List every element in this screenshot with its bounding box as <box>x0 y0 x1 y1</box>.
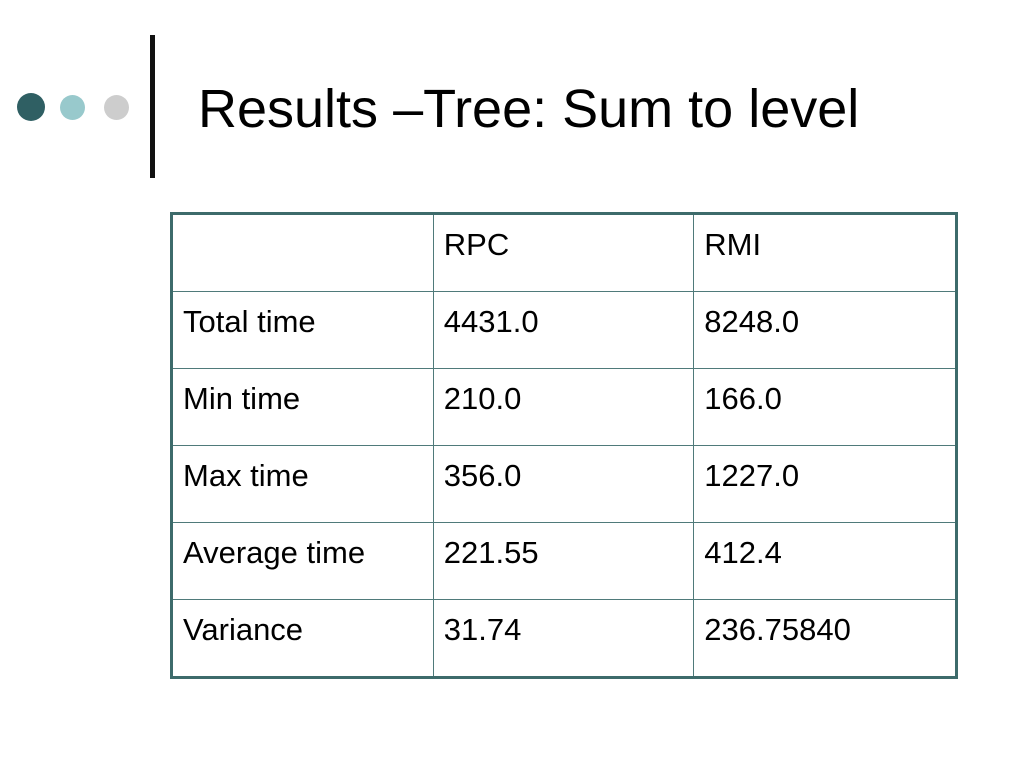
rmi-value: 8248.0 <box>693 291 957 369</box>
rpc-value: 221.55 <box>432 522 695 600</box>
table-header-row: RPC RMI <box>171 213 957 292</box>
results-table: RPC RMI Total time 4431.0 8248.0 Min tim… <box>170 212 958 679</box>
rmi-value: 1227.0 <box>693 445 957 523</box>
rpc-value: 210.0 <box>432 368 695 446</box>
light-teal-dot <box>60 95 85 120</box>
dark-teal-dot <box>17 93 45 121</box>
rmi-value: 412.4 <box>693 522 957 600</box>
rpc-value: 4431.0 <box>432 291 695 369</box>
row-label: Variance <box>171 599 434 678</box>
title-divider <box>150 35 155 178</box>
rpc-value: 31.74 <box>432 599 695 678</box>
table-row: Max time 356.0 1227.0 <box>171 445 957 523</box>
header-cell-rmi: RMI <box>693 213 957 292</box>
row-label: Average time <box>171 522 434 600</box>
header-cell-rpc: RPC <box>432 213 695 292</box>
slide-title: Results –Tree: Sum to level <box>198 79 860 139</box>
rmi-value: 236.75840 <box>693 599 957 678</box>
table-row: Min time 210.0 166.0 <box>171 368 957 446</box>
table-row: Average time 221.55 412.4 <box>171 522 957 600</box>
row-label: Min time <box>171 368 434 446</box>
rpc-value: 356.0 <box>432 445 695 523</box>
row-label: Max time <box>171 445 434 523</box>
table-row: Total time 4431.0 8248.0 <box>171 291 957 369</box>
header-cell-corner <box>171 213 434 292</box>
row-label: Total time <box>171 291 434 369</box>
table-row: Variance 31.74 236.75840 <box>171 599 957 678</box>
gray-dot <box>104 95 129 120</box>
rmi-value: 166.0 <box>693 368 957 446</box>
